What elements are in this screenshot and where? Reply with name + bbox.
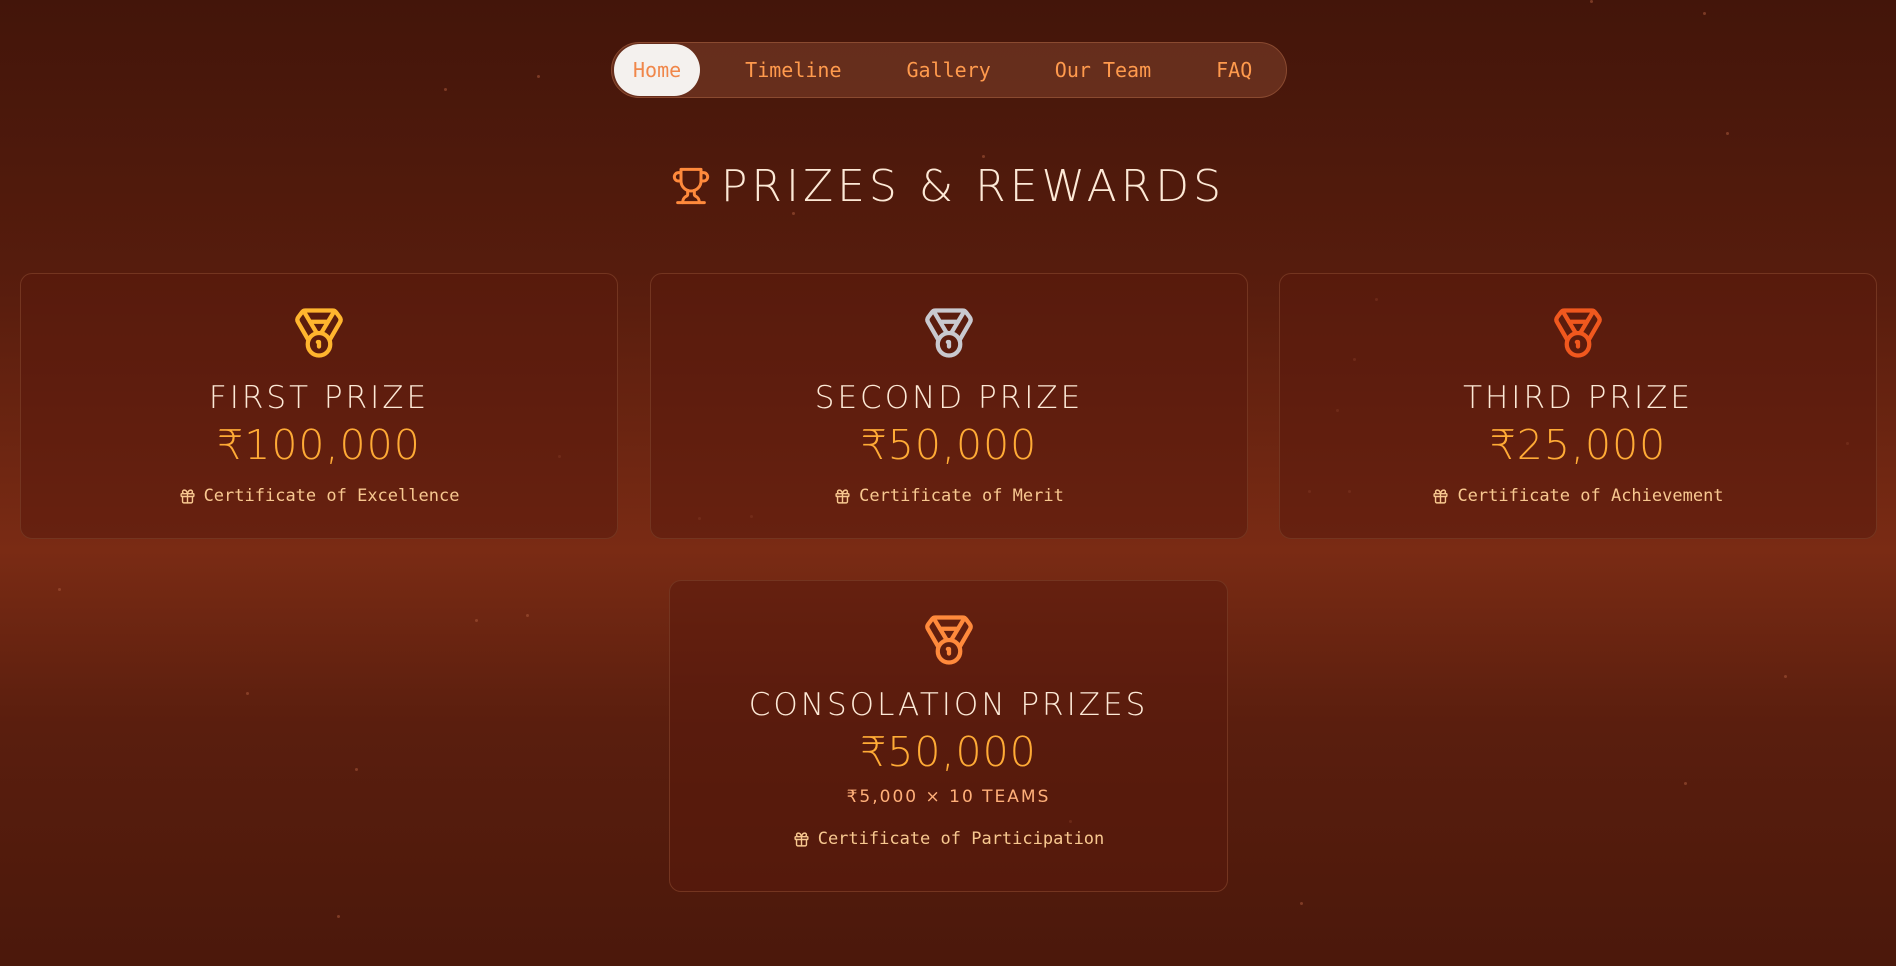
certificate-text: Certificate of Merit: [859, 486, 1064, 506]
prize-card-third: Third Prize ₹25,000 Certificate of Achie…: [1279, 273, 1877, 539]
gift-icon: [1433, 488, 1449, 504]
prize-title: First Prize: [208, 380, 430, 416]
nav-timeline[interactable]: Timeline: [745, 44, 841, 96]
medal-icon: [295, 308, 343, 358]
nav-faq[interactable]: FAQ: [1216, 44, 1252, 96]
trophy-icon: [672, 167, 710, 205]
medal-icon: [925, 308, 973, 358]
main-nav: Home Timeline Gallery Our Team FAQ: [611, 42, 1287, 98]
nav-home[interactable]: Home: [614, 44, 701, 96]
certificate-line: Certificate of Excellence: [179, 486, 460, 506]
nav-our-team[interactable]: Our Team: [1055, 44, 1151, 96]
gift-icon: [835, 488, 850, 504]
medal-icon: [924, 615, 973, 665]
certificate-line: Certificate of Merit: [834, 486, 1064, 506]
prize-card-first: First Prize ₹100,000 Certificate of Exce…: [20, 273, 618, 539]
prize-card-consolation: Consolation Prizes ₹50,000 ₹5,000 × 10 T…: [669, 580, 1228, 892]
prize-breakdown: ₹5,000 × 10 Teams: [846, 787, 1051, 807]
prize-title: Second Prize: [814, 380, 1084, 416]
certificate-text: Certificate of Excellence: [203, 486, 460, 506]
section-heading: Prizes & Rewards: [0, 158, 1896, 214]
prize-amount: ₹100,000: [217, 421, 421, 469]
prize-amount: ₹25,000: [1489, 421, 1667, 469]
prize-card-second: Second Prize ₹50,000 Certificate of Meri…: [650, 273, 1248, 539]
page-title: Prizes & Rewards: [720, 160, 1226, 212]
gift-icon: [179, 488, 195, 504]
certificate-text: Certificate of Participation: [817, 829, 1105, 849]
certificate-line: Certificate of Participation: [793, 829, 1105, 849]
certificate-line: Certificate of Achievement: [1432, 486, 1724, 506]
gift-icon: [794, 831, 809, 847]
medal-icon: [1554, 308, 1602, 358]
prize-amount: ₹50,000: [860, 728, 1037, 776]
prize-amount: ₹50,000: [860, 421, 1038, 469]
prize-title: Third Prize: [1463, 380, 1693, 416]
certificate-text: Certificate of Achievement: [1457, 486, 1724, 506]
nav-gallery[interactable]: Gallery: [907, 44, 991, 96]
prize-title: Consolation Prizes: [748, 687, 1149, 723]
